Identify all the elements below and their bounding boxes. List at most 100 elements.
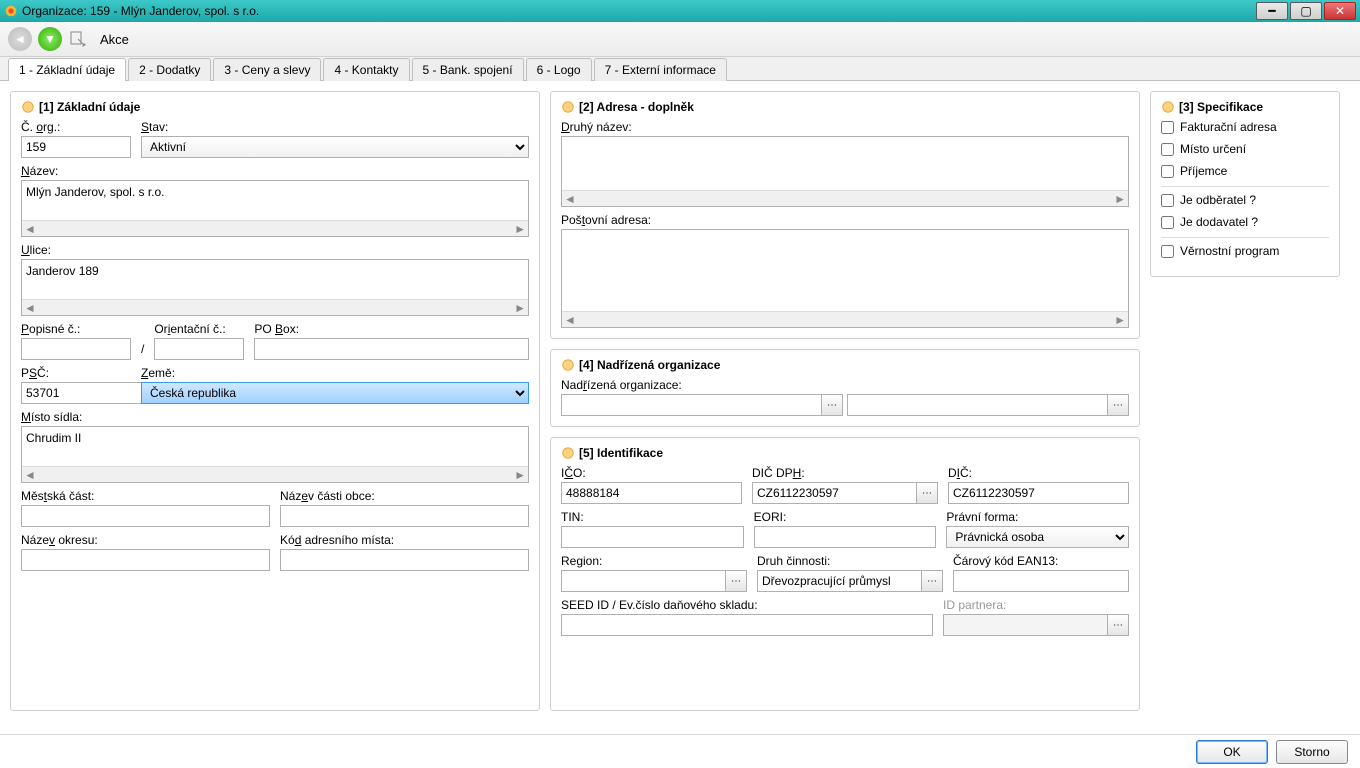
back-button[interactable]: ◄ (8, 27, 32, 51)
minimize-button[interactable]: ━ (1256, 2, 1288, 20)
hscroll[interactable]: ◄► (562, 311, 1128, 327)
stav-select[interactable]: Aktivní (141, 136, 529, 158)
region-input[interactable] (561, 570, 726, 592)
group-title-text: [2] Adresa - doplněk (579, 100, 694, 114)
group-icon (561, 100, 575, 114)
tab-dodatky[interactable]: 2 - Dodatky (128, 58, 211, 81)
maximize-button[interactable]: ▢ (1290, 2, 1322, 20)
tab-externi-informace[interactable]: 7 - Externí informace (594, 58, 727, 81)
group-icon (21, 100, 35, 114)
mestska-input[interactable] (21, 505, 270, 527)
orient-input[interactable] (154, 338, 244, 360)
popisne-label: Popisné č.: (21, 322, 131, 336)
storno-button[interactable]: Storno (1276, 740, 1348, 764)
tab-logo[interactable]: 6 - Logo (526, 58, 592, 81)
hscroll[interactable]: ◄► (22, 299, 528, 315)
group-identifikace: [5] Identifikace IČO: DIČ DPH: ⋯ DIČ: (550, 437, 1140, 711)
kodadr-input[interactable] (280, 549, 529, 571)
fakturacni-label: Fakturační adresa (1180, 120, 1277, 134)
misto-label: Místo sídla: (21, 410, 529, 424)
pobox-label: PO Box: (254, 322, 529, 336)
psc-label: PSČ: (21, 366, 131, 380)
odberatel-label: Je odběratel ? (1180, 193, 1256, 207)
group-zakladni-udaje: [1] Základní údaje Č. org.: Stav: Aktivn… (10, 91, 540, 711)
ulice-label: Ulice: (21, 243, 529, 257)
nadorg-label: Nadřízená organizace: (561, 378, 1129, 392)
seed-input[interactable] (561, 614, 933, 636)
druh-input[interactable] (757, 570, 922, 592)
eori-input[interactable] (754, 526, 937, 548)
hscroll[interactable]: ◄► (562, 190, 1128, 206)
castobce-label: Název části obce: (280, 489, 529, 503)
forward-button[interactable]: ▼ (38, 27, 62, 51)
dodavatel-checkbox[interactable] (1161, 216, 1174, 229)
prijemce-label: Příjemce (1180, 164, 1227, 178)
tab-bank-spojeni[interactable]: 5 - Bank. spojení (412, 58, 524, 81)
group-adresa-doplnek: [2] Adresa - doplněk Druhý název: ◄► Poš… (550, 91, 1140, 339)
mestska-label: Městská část: (21, 489, 270, 503)
nadorg-code-input[interactable] (561, 394, 822, 416)
zeme-select[interactable]: Česká republika (141, 382, 529, 404)
actions-icon[interactable] (68, 29, 88, 49)
tin-input[interactable] (561, 526, 744, 548)
corg-input[interactable] (21, 136, 131, 158)
prijemce-checkbox[interactable] (1161, 165, 1174, 178)
nazev-label: Název: (21, 164, 529, 178)
pobox-input[interactable] (254, 338, 529, 360)
dicdph-label: DIČ DPH: (752, 466, 938, 480)
nadorg-code-lookup[interactable]: ⋯ (821, 394, 843, 416)
misto-input[interactable]: Chrudim II (22, 427, 528, 463)
ok-button[interactable]: OK (1196, 740, 1268, 764)
nadorg-name-input[interactable] (847, 394, 1108, 416)
tab-zakladni-udaje[interactable]: 1 - Základní údaje (8, 58, 126, 81)
odberatel-checkbox[interactable] (1161, 194, 1174, 207)
post-label: Poštovní adresa: (561, 213, 1129, 227)
region-lookup[interactable]: ⋯ (725, 570, 747, 592)
actions-label[interactable]: Akce (100, 32, 129, 47)
hscroll[interactable]: ◄► (22, 466, 528, 482)
toolbar: ◄ ▼ Akce (0, 22, 1360, 57)
ico-label: IČO: (561, 466, 742, 480)
dicdph-input[interactable] (752, 482, 917, 504)
popisne-input[interactable] (21, 338, 131, 360)
misto-urceni-checkbox[interactable] (1161, 143, 1174, 156)
idpartner-lookup[interactable]: ⋯ (1107, 614, 1129, 636)
ico-input[interactable] (561, 482, 742, 504)
app-icon (4, 4, 18, 18)
post-input[interactable] (562, 230, 1128, 308)
kodadr-label: Kód adresního místa: (280, 533, 529, 547)
titlebar: Organizace: 159 - Mlýn Janderov, spol. s… (0, 0, 1360, 22)
druhy-input[interactable] (562, 137, 1128, 187)
dic-input[interactable] (948, 482, 1129, 504)
druh-label: Druh činnosti: (757, 554, 943, 568)
tab-kontakty[interactable]: 4 - Kontakty (323, 58, 409, 81)
okres-label: Název okresu: (21, 533, 270, 547)
hscroll[interactable]: ◄► (22, 220, 528, 236)
nazev-input[interactable]: Mlýn Janderov, spol. s r.o. (22, 181, 528, 217)
ean-input[interactable] (953, 570, 1129, 592)
group-icon (561, 446, 575, 460)
close-button[interactable]: ✕ (1324, 2, 1356, 20)
fakturacni-checkbox[interactable] (1161, 121, 1174, 134)
dicdph-lookup[interactable]: ⋯ (916, 482, 938, 504)
group-title-text: [3] Specifikace (1179, 100, 1263, 114)
okres-input[interactable] (21, 549, 270, 571)
pravni-select[interactable]: Právnická osoba (946, 526, 1129, 548)
misto-urceni-label: Místo určení (1180, 142, 1246, 156)
nadorg-name-lookup[interactable]: ⋯ (1107, 394, 1129, 416)
group-icon (561, 358, 575, 372)
stav-label: Stav: (141, 120, 529, 134)
window-title: Organizace: 159 - Mlýn Janderov, spol. s… (22, 4, 259, 18)
tab-ceny-slevy[interactable]: 3 - Ceny a slevy (213, 58, 321, 81)
ulice-input[interactable]: Janderov 189 (22, 260, 528, 296)
ean-label: Čárový kód EAN13: (953, 554, 1129, 568)
pravni-label: Právní forma: (946, 510, 1129, 524)
content: [1] Základní údaje Č. org.: Stav: Aktivn… (0, 81, 1360, 721)
druh-lookup[interactable]: ⋯ (921, 570, 943, 592)
idpartner-input (943, 614, 1108, 636)
group-nadrizena-org: [4] Nadřízená organizace Nadřízená organ… (550, 349, 1140, 427)
tabstrip: 1 - Základní údaje 2 - Dodatky 3 - Ceny … (0, 57, 1360, 81)
vernostni-checkbox[interactable] (1161, 245, 1174, 258)
zeme-label: Země: (141, 366, 529, 380)
castobce-input[interactable] (280, 505, 529, 527)
